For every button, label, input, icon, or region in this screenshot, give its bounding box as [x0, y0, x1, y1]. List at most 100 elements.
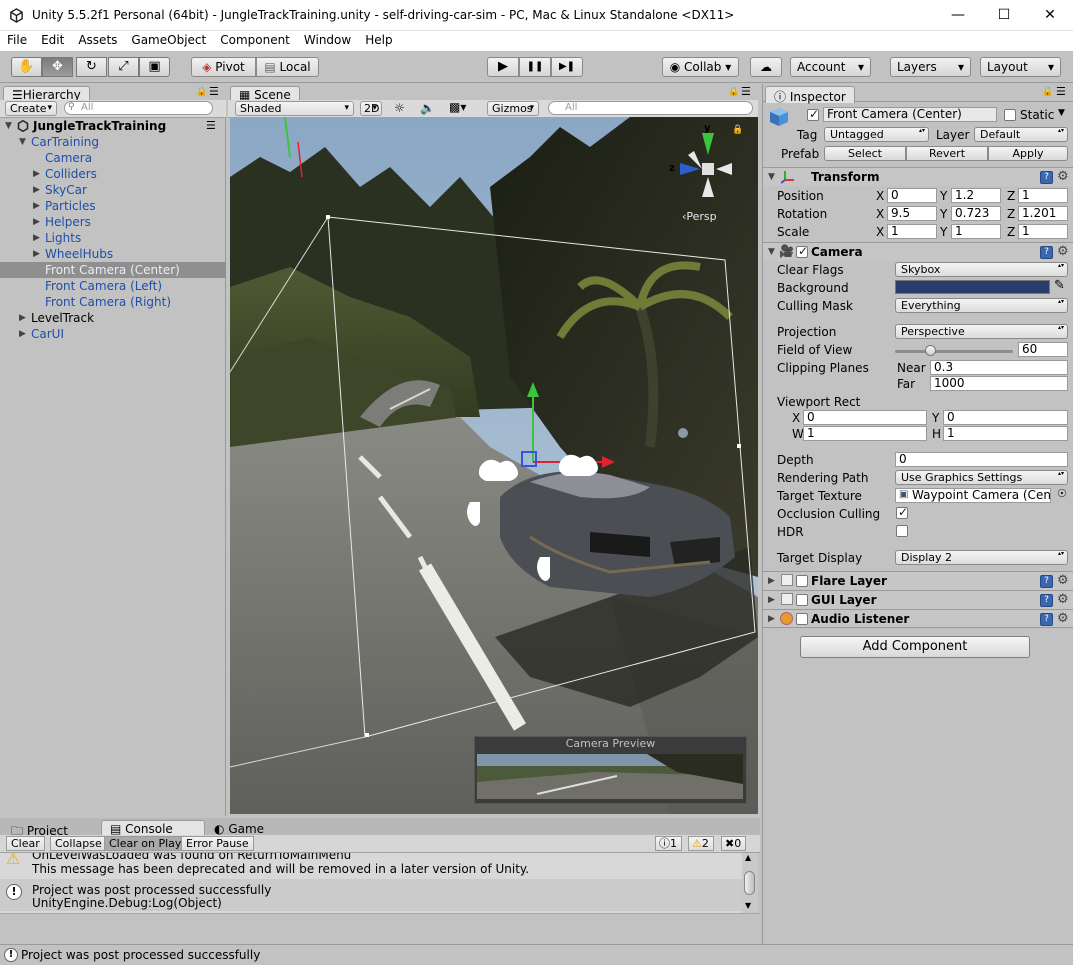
log-entry-info[interactable]: ! Project was post processed successfull… [0, 879, 742, 911]
console-clear-button[interactable]: Clear [6, 836, 45, 851]
audio-listener-header[interactable]: ▶ Audio Listener ? ⚙ [763, 609, 1073, 628]
hierarchy-item[interactable]: ▶ LevelTrack [0, 310, 226, 326]
expand-arrow-icon[interactable]: ▶ [33, 182, 40, 198]
error-count-toggle[interactable]: ✖0 [721, 836, 747, 851]
fov-slider-track[interactable] [895, 350, 1013, 353]
gui-layer-header[interactable]: ▶ GUI Layer ? ⚙ [763, 590, 1073, 609]
camera-foldout-icon[interactable]: ▼ [768, 247, 775, 257]
expand-arrow-icon[interactable]: ▶ [19, 310, 26, 326]
tab-inspector[interactable]: ⓘ Inspector [765, 86, 855, 104]
create-dropdown[interactable]: Create [5, 101, 57, 116]
hierarchy-item[interactable]: ▶ Lights [0, 230, 226, 246]
gui-foldout-icon[interactable]: ▶ [768, 595, 775, 605]
play-button[interactable]: ▶ [487, 57, 519, 77]
vp-x-field[interactable]: 0 [803, 410, 927, 425]
help-icon[interactable]: ? [1040, 246, 1053, 259]
lock-icon[interactable]: 🔒 [196, 87, 207, 97]
prefab-revert-button[interactable]: Revert [906, 146, 988, 161]
expand-arrow-icon[interactable]: ▶ [33, 214, 40, 230]
scene-viewport[interactable]: y z 🔒 ‹Persp Camera Preview [230, 117, 758, 814]
transform-x-field[interactable]: 1 [887, 224, 937, 239]
layers-dropdown[interactable]: Layers ▾ [890, 57, 971, 77]
static-dropdown-icon[interactable]: ▼ [1058, 108, 1065, 118]
background-color-swatch[interactable] [895, 280, 1050, 294]
panel-menu-icon[interactable]: ☰ [209, 85, 219, 98]
depth-field[interactable]: 0 [895, 452, 1068, 467]
camera-header[interactable]: ▼ 🎥 Camera ? ⚙ [763, 242, 1073, 261]
scene-search-input[interactable]: All [548, 101, 753, 115]
close-button[interactable]: ✕ [1027, 0, 1073, 31]
transform-x-field[interactable]: 9.5 [887, 206, 937, 221]
eyedropper-icon[interactable]: ✎ [1054, 278, 1065, 293]
occlusion-culling-checkbox[interactable] [896, 505, 908, 519]
fov-slider-thumb[interactable] [925, 345, 937, 356]
expand-arrow-icon[interactable]: ▶ [33, 198, 40, 214]
hierarchy-item[interactable]: Front Camera (Right) [0, 294, 226, 310]
help-icon[interactable]: ? [1040, 575, 1053, 588]
flare-layer-checkbox[interactable] [796, 575, 808, 587]
collab-dropdown[interactable]: ◉ Collab ▾ [662, 57, 739, 77]
rect-tool-icon[interactable]: ▣ [139, 57, 170, 77]
lighting-icon[interactable]: ☼ [394, 101, 405, 115]
hierarchy-scene-root[interactable]: ▼ JungleTrackTraining ☰ [0, 118, 226, 134]
hierarchy-item[interactable]: Front Camera (Left) [0, 278, 226, 294]
hierarchy-item[interactable]: ▶ WheelHubs [0, 246, 226, 262]
mode-2d-toggle[interactable]: 2D [360, 101, 382, 116]
menu-help[interactable]: Help [358, 31, 399, 47]
hierarchy-item[interactable]: ▶ Colliders [0, 166, 226, 182]
expand-arrow-icon[interactable]: ▶ [33, 166, 40, 182]
target-display-dropdown[interactable]: Display 2 [895, 550, 1068, 565]
shading-dropdown[interactable]: Shaded [235, 101, 354, 116]
transform-y-field[interactable]: 1 [951, 224, 1001, 239]
vp-y-field[interactable]: 0 [943, 410, 1068, 425]
lock-icon[interactable]: 🔒 [728, 87, 739, 97]
lock-icon[interactable]: 🔒 [1042, 87, 1053, 97]
menu-component[interactable]: Component [213, 31, 297, 47]
move-tool-icon[interactable]: ✥ [42, 57, 73, 77]
audio-listener-checkbox[interactable] [796, 613, 808, 625]
transform-y-field[interactable]: 0.723 [951, 206, 1001, 221]
vp-w-field[interactable]: 1 [803, 426, 927, 441]
account-dropdown[interactable]: Account ▾ [790, 57, 871, 77]
tag-dropdown[interactable]: Untagged [824, 127, 929, 142]
scroll-down-icon[interactable]: ▼ [745, 901, 751, 910]
expand-arrow-icon[interactable]: ▶ [19, 326, 26, 342]
transform-z-field[interactable]: 1 [1018, 188, 1068, 203]
transform-header[interactable]: ▼ Transform ? ⚙ [763, 167, 1073, 186]
static-checkbox[interactable] [1004, 109, 1016, 121]
gizmos-dropdown[interactable]: Gizmos [487, 101, 539, 116]
gizmo-lock-icon[interactable]: 🔒 [732, 125, 743, 135]
target-texture-field[interactable]: Waypoint Camera (Cent [895, 488, 1051, 503]
active-checkbox[interactable] [807, 107, 819, 121]
transform-foldout-icon[interactable]: ▼ [768, 172, 775, 182]
rendering-path-dropdown[interactable]: Use Graphics Settings [895, 470, 1068, 485]
culling-mask-dropdown[interactable]: Everything [895, 298, 1068, 313]
menu-window[interactable]: Window [297, 31, 358, 47]
expand-arrow-icon[interactable]: ▶ [33, 246, 40, 262]
far-field[interactable]: 1000 [930, 376, 1068, 391]
menu-gameobject[interactable]: GameObject [124, 31, 213, 47]
flare-foldout-icon[interactable]: ▶ [768, 576, 775, 586]
gear-icon[interactable]: ⚙ [1057, 611, 1069, 626]
flare-layer-header[interactable]: ▶ Flare Layer ? ⚙ [763, 571, 1073, 590]
prefab-select-button[interactable]: Select [824, 146, 906, 161]
camera-enabled-checkbox[interactable] [796, 244, 808, 258]
audio-foldout-icon[interactable]: ▶ [768, 614, 775, 624]
orientation-gizmo[interactable]: y z [666, 123, 736, 205]
expand-arrow-icon[interactable]: ▼ [5, 118, 12, 134]
console-error-pause-button[interactable]: Error Pause [181, 836, 254, 851]
console-collapse-button[interactable]: Collapse [50, 836, 107, 851]
layout-dropdown[interactable]: Layout ▾ [980, 57, 1061, 77]
persp-label[interactable]: ‹Persp [682, 210, 717, 223]
layer-dropdown[interactable]: Default [974, 127, 1068, 142]
help-icon[interactable]: ? [1040, 171, 1053, 184]
vp-h-field[interactable]: 1 [943, 426, 1068, 441]
transform-z-field[interactable]: 1 [1018, 224, 1068, 239]
gear-icon[interactable]: ⚙ [1057, 592, 1069, 607]
step-button[interactable]: ▶❚ [551, 57, 583, 77]
warning-count-toggle[interactable]: ⚠2 [688, 836, 714, 851]
near-field[interactable]: 0.3 [930, 360, 1068, 375]
hierarchy-item[interactable]: Camera [0, 150, 226, 166]
menu-edit[interactable]: Edit [34, 31, 71, 47]
hierarchy-item[interactable]: ▶ SkyCar [0, 182, 226, 198]
